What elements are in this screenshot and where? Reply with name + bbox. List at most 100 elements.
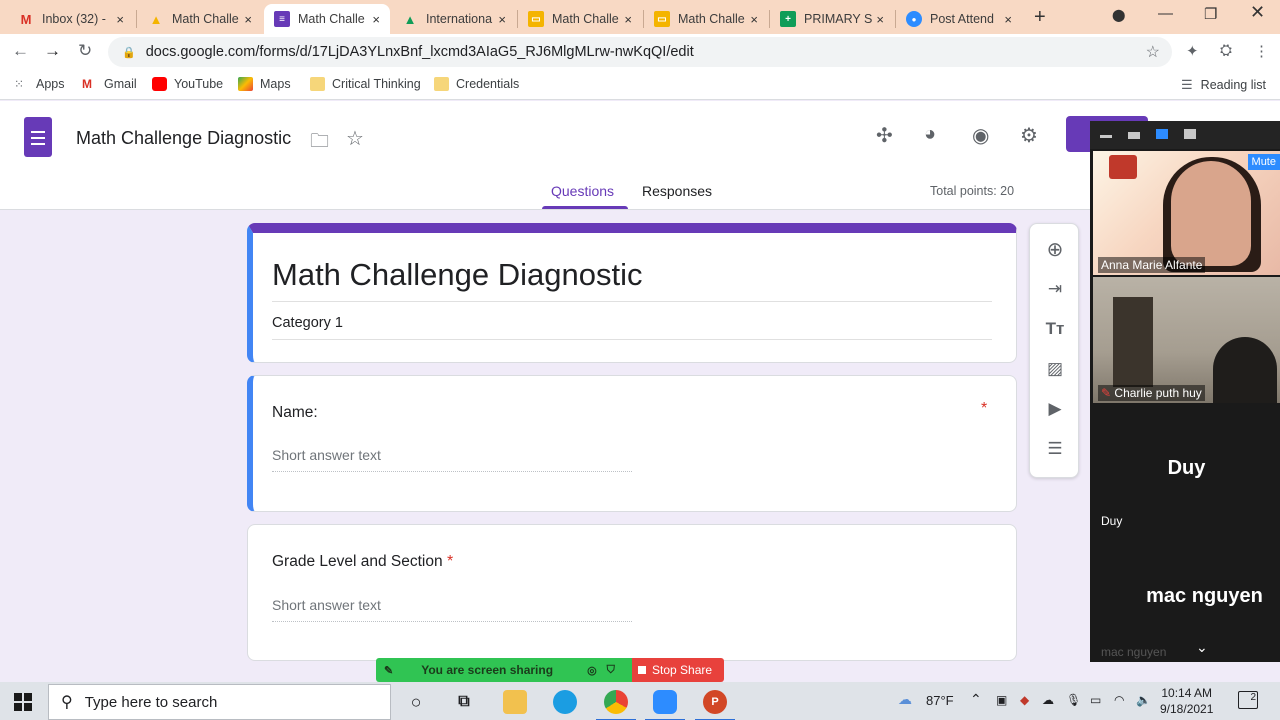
new-tab-button[interactable]: + xyxy=(1034,6,1046,29)
folder-icon[interactable]: 🗀 xyxy=(310,127,329,159)
forms-logo-icon[interactable] xyxy=(24,117,52,157)
weather-temperature[interactable]: 87°F xyxy=(926,693,954,708)
preview-eye-icon[interactable]: ◉ xyxy=(972,123,989,148)
add-section-icon[interactable]: ☰ xyxy=(1044,438,1066,460)
close-icon[interactable]: × xyxy=(750,12,758,27)
stop-share-button[interactable]: Stop Share xyxy=(632,658,724,682)
task-view-icon[interactable]: ⧉ xyxy=(452,690,476,714)
bookmark-credentials[interactable]: Credentials xyxy=(434,77,519,91)
short-answer-field[interactable]: Short answer text xyxy=(272,447,632,472)
volume-icon[interactable]: 🔈 xyxy=(1136,693,1151,707)
taskbar-search-input[interactable]: ⚲ Type here to search xyxy=(48,684,391,720)
microphone-icon[interactable]: 🎙 xyxy=(1066,693,1081,707)
reading-list[interactable]: ☰ Reading list xyxy=(1181,77,1266,93)
tab-math-challenge-slides-1[interactable]: ▭ Math Challe × xyxy=(518,4,642,34)
drag-handle-icon[interactable]: ✎ xyxy=(384,664,393,677)
powerpoint-icon[interactable]: P xyxy=(695,690,735,720)
onedrive-cloud-icon[interactable]: ☁ xyxy=(1042,693,1054,707)
dropbox-icon[interactable]: ◆ xyxy=(1020,693,1029,707)
video-tile-anna[interactable]: Mute Anna Marie Alfante xyxy=(1093,151,1280,275)
system-clock[interactable]: 10:14 AM 9/18/2021 xyxy=(1160,685,1213,717)
windows-start-icon[interactable] xyxy=(14,693,32,711)
close-icon[interactable]: × xyxy=(1004,12,1012,27)
shield-icon: ⛉ xyxy=(606,663,615,676)
question-card-name[interactable]: Name: * Short answer text xyxy=(247,375,1017,512)
back-icon[interactable]: ← xyxy=(12,41,29,61)
palette-icon[interactable]: ◕ xyxy=(924,123,936,146)
reload-icon[interactable]: ↻ xyxy=(78,41,92,61)
total-points: Total points: 20 xyxy=(930,184,1015,198)
tab-math-challenge-slides-2[interactable]: ▭ Math Challe × xyxy=(644,4,768,34)
tab-questions[interactable]: Questions xyxy=(551,183,614,199)
wifi-icon[interactable]: ◠ xyxy=(1114,693,1124,707)
menu-icon[interactable]: ⋮ xyxy=(1254,42,1269,60)
extensions-icon[interactable]: ✦ xyxy=(1186,42,1199,60)
form-description[interactable]: Category 1 xyxy=(272,315,992,340)
tab-primary-sheets[interactable]: + PRIMARY S × xyxy=(770,4,894,34)
form-title-card[interactable]: Math Challenge Diagnostic Category 1 xyxy=(247,223,1017,363)
bookmark-apps[interactable]: ⁙ Apps xyxy=(14,77,65,91)
video-tile-mac-nguyen[interactable]: mac nguyen mac nguyen xyxy=(1093,533,1280,662)
video-tile-charlie[interactable]: ✎ Charlie puth huy xyxy=(1093,277,1280,403)
bookmark-maps[interactable]: Maps xyxy=(238,77,291,91)
bookmark-youtube[interactable]: YouTube xyxy=(152,77,223,91)
bookmark-gmail[interactable]: M Gmail xyxy=(82,77,137,91)
bookmark-critical-thinking[interactable]: Critical Thinking xyxy=(310,77,421,91)
settings-gear-icon[interactable]: ⚙ xyxy=(1020,123,1038,148)
minimize-icon[interactable]: — xyxy=(1158,5,1173,22)
form-title[interactable]: Math Challenge Diagnostic xyxy=(272,257,992,302)
addons-puzzle-icon[interactable]: ✣ xyxy=(876,123,893,148)
school-logo xyxy=(1109,155,1137,179)
tab-math-challenge-drive[interactable]: ▲ Math Challe × xyxy=(138,4,262,34)
close-icon[interactable]: × xyxy=(244,12,252,27)
edge-icon[interactable] xyxy=(553,690,577,714)
add-image-icon[interactable]: ▨ xyxy=(1044,358,1066,380)
profile-icon[interactable]: ⛭ xyxy=(1220,42,1232,59)
cortana-icon[interactable]: ○ xyxy=(404,690,428,714)
speaker-view-icon[interactable] xyxy=(1128,132,1140,139)
question-card-grade-section[interactable]: Grade Level and Section * Short answer t… xyxy=(247,524,1017,661)
tab-responses[interactable]: Responses xyxy=(642,183,712,199)
close-icon[interactable]: × xyxy=(624,12,632,27)
required-indicator: * xyxy=(981,400,988,417)
tab-post-attendance[interactable]: ● Post Attend × xyxy=(896,4,1022,34)
mute-label[interactable]: Mute xyxy=(1247,154,1280,170)
chevron-down-icon[interactable]: ⌄ xyxy=(1196,639,1208,656)
tab-label: Post Attend xyxy=(930,12,994,26)
strip-view-icon[interactable] xyxy=(1156,129,1168,139)
window-close-icon[interactable]: ✕ xyxy=(1250,2,1265,23)
tab-international[interactable]: ▲ Internationa × xyxy=(392,4,516,34)
chrome-icon[interactable] xyxy=(596,690,636,720)
import-questions-icon[interactable]: ⇥ xyxy=(1044,278,1066,300)
participant-display-name: mac nguyen xyxy=(1146,585,1263,607)
close-icon[interactable]: × xyxy=(498,12,506,27)
bookmark-star-icon[interactable]: ☆ xyxy=(1146,42,1160,62)
video-tile-duy[interactable]: Duy Duy xyxy=(1093,405,1280,531)
address-bar[interactable]: 🔒 docs.google.com/forms/d/17LjDA3YLnxBnf… xyxy=(108,37,1172,67)
close-icon[interactable]: × xyxy=(372,12,380,27)
add-question-icon[interactable]: ⊕ xyxy=(1044,238,1066,261)
search-icon: ⚲ xyxy=(61,694,73,711)
chevron-up-icon[interactable]: ⌃ xyxy=(970,691,982,708)
gallery-view-icon[interactable] xyxy=(1184,129,1196,139)
minimize-video-icon[interactable] xyxy=(1100,135,1112,138)
maps-icon xyxy=(238,77,253,91)
add-title-icon[interactable]: Tт xyxy=(1044,318,1066,340)
zoom-app-icon[interactable] xyxy=(645,690,685,720)
star-icon[interactable]: ☆ xyxy=(346,126,364,151)
youtube-icon xyxy=(152,77,167,91)
notification-center-icon[interactable]: 2 xyxy=(1238,691,1258,709)
forward-icon[interactable]: → xyxy=(44,41,61,61)
short-answer-field[interactable]: Short answer text xyxy=(272,597,632,622)
battery-icon[interactable]: ▭ xyxy=(1090,693,1101,707)
tab-math-challenge-forms[interactable]: ≡ Math Challe × xyxy=(264,4,390,34)
add-video-icon[interactable]: ▶ xyxy=(1044,398,1066,420)
restore-icon[interactable]: ❐ xyxy=(1204,5,1217,23)
tab-inbox[interactable]: M Inbox (32) - × xyxy=(8,4,134,34)
tab-search-icon[interactable]: ⬤ xyxy=(1112,8,1125,22)
close-icon[interactable]: × xyxy=(876,12,884,27)
meet-now-icon[interactable]: ▣ xyxy=(996,693,1007,707)
close-icon[interactable]: × xyxy=(116,12,124,27)
document-title[interactable]: Math Challenge Diagnostic xyxy=(76,128,291,149)
file-explorer-icon[interactable] xyxy=(503,690,527,714)
